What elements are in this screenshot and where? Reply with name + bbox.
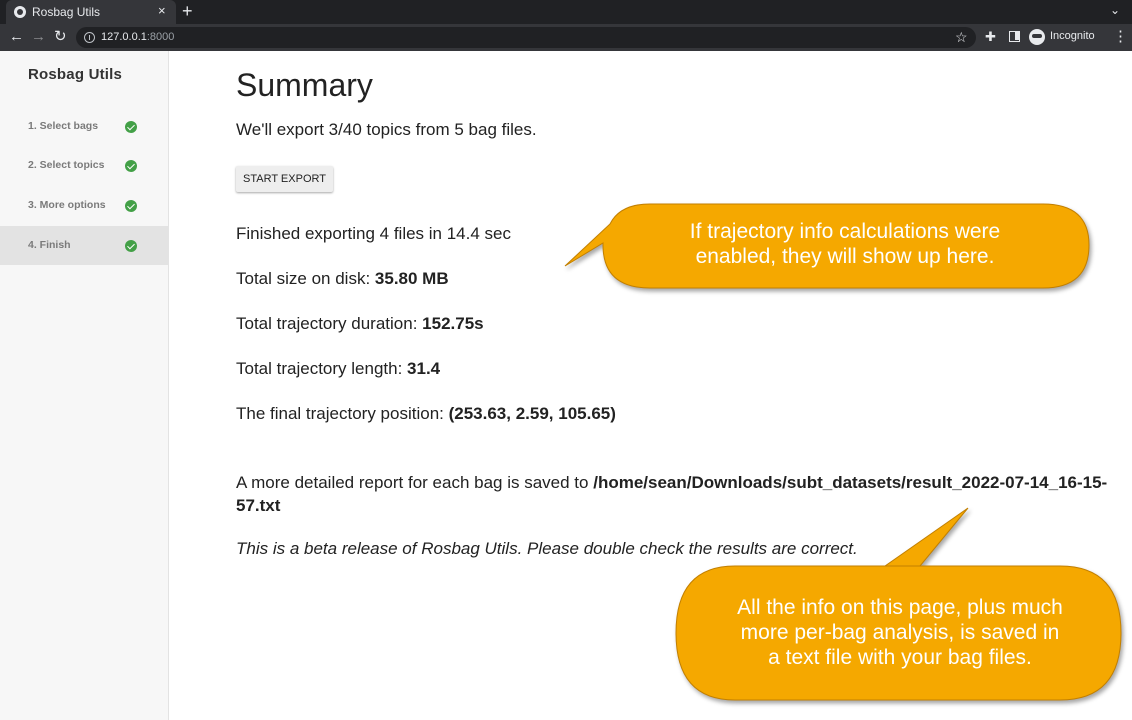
callout-bottom-line2: more per-bag analysis, is saved in [740, 621, 1060, 644]
callout-bottom-line3: a text file with your bag files. [768, 646, 1032, 669]
callout-top-text: If trajectory info calculations were ena… [640, 219, 1050, 269]
callout-top-line2: enabled, they will show up here. [695, 245, 995, 268]
callout-bottom-text: All the info on this page, plus much mor… [690, 595, 1110, 670]
callout-top-line1: If trajectory info calculations were [689, 220, 1001, 243]
callout-bottom-line1: All the info on this page, plus much [737, 596, 1063, 619]
